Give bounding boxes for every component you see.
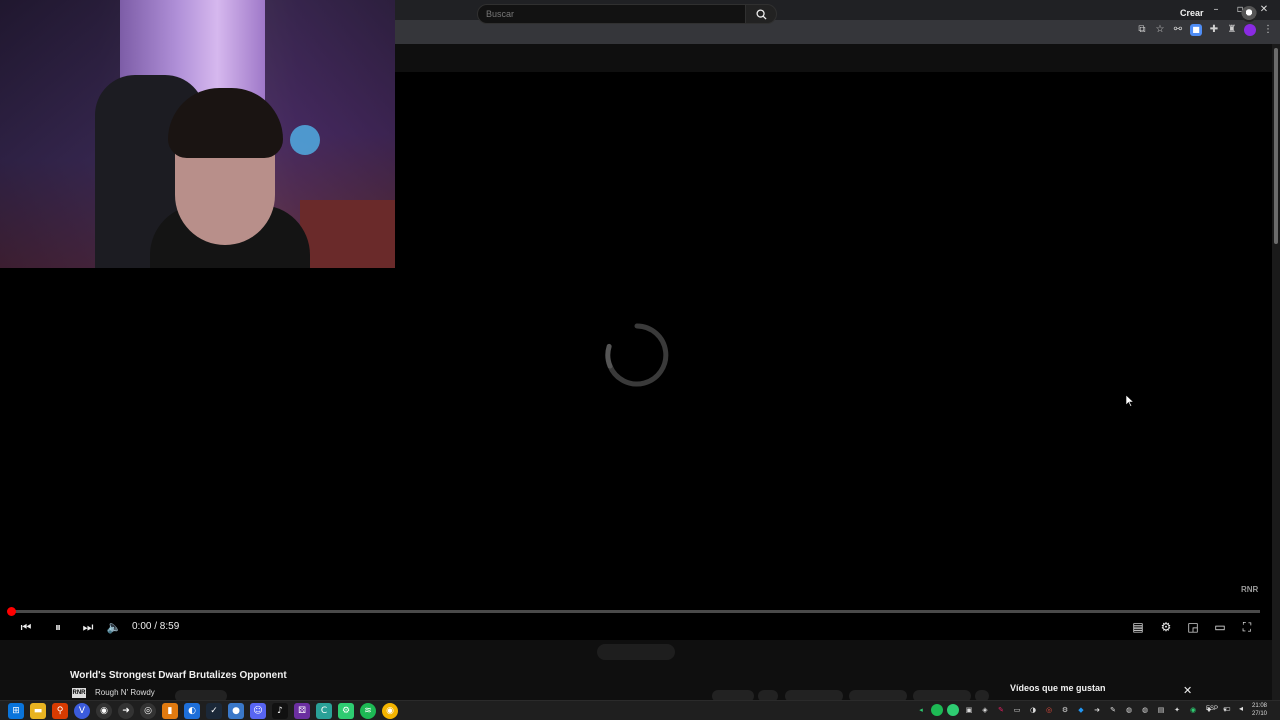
loading-spinner-icon (605, 323, 669, 387)
system-tray: ◂ ▣ ◈ ✎ ▭ ◑ ◎ ⚙ ◆ ➜ ✎ ◍ ◍ ▤ ✦ ◉ ♦ ▾ (915, 704, 1231, 716)
search-input[interactable]: Buscar (477, 4, 746, 24)
tray-spotify-icon[interactable] (931, 704, 943, 716)
tray-app-icon-5[interactable]: ▭ (1011, 704, 1023, 716)
speaker-icon[interactable]: ◂ (1236, 703, 1246, 715)
tray-app-icon-2[interactable]: ▣ (963, 704, 975, 716)
search-icon (756, 9, 767, 20)
next-button[interactable]: ⏭ (80, 619, 96, 635)
user-avatar[interactable] (1241, 6, 1257, 22)
minimize-button[interactable]: – (1204, 2, 1228, 18)
tray-app-icon-10[interactable]: ➜ (1091, 704, 1103, 716)
webcam-floor (300, 200, 395, 268)
vpn-app-icon[interactable]: V (74, 703, 90, 719)
app-icon-4[interactable]: ▮ (162, 703, 178, 719)
tray-app-icon-9[interactable]: ◆ (1075, 704, 1087, 716)
screen: – ▫ ✕ ⧉ ☆ ⚯ ■ ✚ ♜ ⋮ Buscar Crear RNR ⏮ ⏸… (0, 0, 1280, 720)
browser-toolbar-icons: ⧉ ☆ ⚯ ■ ✚ ♜ ⋮ (1136, 24, 1274, 36)
previous-button[interactable]: ⏮ (18, 619, 34, 635)
clock-time: 21:08 (1252, 703, 1268, 709)
browser-app-icon[interactable]: ◐ (184, 703, 200, 719)
bookmark-star-icon[interactable]: ☆ (1154, 24, 1166, 36)
taskbar-clock[interactable]: 21:08 27/10 (1252, 702, 1267, 718)
browser-menu-icon[interactable]: ⋮ (1262, 24, 1274, 36)
playlist-title: Vídeos que me gustan (1010, 683, 1106, 693)
channel-name[interactable]: Rough N' Rowdy (95, 688, 155, 697)
channel-watermark[interactable]: RNR (1241, 585, 1258, 594)
extensions-puzzle-icon[interactable]: ✚ (1208, 24, 1220, 36)
theater-mode-icon[interactable]: ▭ (1212, 619, 1228, 635)
close-icon[interactable]: ✕ (1183, 684, 1192, 697)
video-title: World's Strongest Dwarf Brutalizes Oppon… (70, 670, 287, 681)
extension-link-icon[interactable]: ⚯ (1172, 24, 1184, 36)
tray-app-icon-16[interactable]: ◉ (1187, 704, 1199, 716)
profile-extension-icon[interactable]: ♜ (1226, 24, 1238, 36)
language-indicator[interactable]: ESP (1206, 706, 1218, 712)
taskbar: ⊞ ▬ ⚲ V ◉ ➜ ◎ ▮ ◐ ✓ ● ☺ ♪ ⚄ C ⚙ ≋ ◉ ◂ ▣ … (0, 700, 1280, 720)
mouse-cursor-icon (1126, 395, 1134, 407)
player-controls: ⏮ ⏸ ⏭ 🔈 0:00 / 8:59 ▤ ⚙ ◲ ▭ ⛶ (0, 616, 1272, 636)
tray-app-icon-3[interactable]: ◈ (979, 704, 991, 716)
tiktok-icon[interactable]: ♪ (272, 703, 288, 719)
subtitles-icon[interactable]: ▤ (1130, 619, 1146, 635)
fullscreen-icon[interactable]: ⛶ (1239, 619, 1255, 635)
tray-app-icon-12[interactable]: ◍ (1123, 704, 1135, 716)
tray-app-icon-4[interactable]: ✎ (995, 704, 1007, 716)
webcam-overlay (0, 0, 395, 268)
app-icon-6[interactable]: ⚄ (294, 703, 310, 719)
app-icon-7[interactable]: C (316, 703, 332, 719)
progress-bar[interactable] (12, 610, 1260, 613)
tray-arrow-icon[interactable]: ◂ (915, 704, 927, 716)
autoplay-pill[interactable] (597, 644, 675, 660)
volume-icon[interactable]: 🔈 (106, 619, 122, 635)
spotify-icon[interactable]: ≋ (360, 703, 376, 719)
webcam-lamp (290, 125, 320, 155)
app-icon-1[interactable]: ◉ (96, 703, 112, 719)
tray-app-icon-13[interactable]: ◍ (1139, 704, 1151, 716)
tray-app-icon-15[interactable]: ✦ (1171, 704, 1183, 716)
app-icon-8[interactable]: ⚙ (338, 703, 354, 719)
scrollbar-thumb[interactable] (1274, 48, 1278, 244)
tray-app-icon-6[interactable]: ◑ (1027, 704, 1039, 716)
start-menu-icon[interactable]: ⊞ (8, 703, 24, 719)
settings-gear-icon[interactable]: ⚙ (1158, 619, 1174, 635)
chrome-icon[interactable]: ◉ (382, 703, 398, 719)
tray-app-icon-14[interactable]: ▤ (1155, 704, 1167, 716)
tray-app-icon-7[interactable]: ◎ (1043, 704, 1055, 716)
discord-icon[interactable]: ☺ (250, 703, 266, 719)
time-display: 0:00 / 8:59 (132, 621, 180, 632)
network-icon[interactable]: ▭ (1222, 703, 1232, 715)
app-icon-5[interactable]: ● (228, 703, 244, 719)
create-button[interactable]: Crear (1180, 8, 1204, 18)
search-app-icon[interactable]: ⚲ (52, 703, 68, 719)
app-icon-2[interactable]: ➜ (118, 703, 134, 719)
tray-app-icon-8[interactable]: ⚙ (1059, 704, 1071, 716)
channel-logo[interactable]: RNR (72, 688, 86, 698)
tray-app-icon-11[interactable]: ✎ (1107, 704, 1119, 716)
file-explorer-icon[interactable]: ▬ (30, 703, 46, 719)
app-icon-3[interactable]: ◎ (140, 703, 156, 719)
miniplayer-icon[interactable]: ◲ (1185, 619, 1201, 635)
steam-icon[interactable]: ✓ (206, 703, 222, 719)
extension-shield-icon[interactable]: ■ (1190, 24, 1202, 36)
profile-avatar-icon[interactable] (1244, 24, 1256, 36)
window-controls: – ▫ ✕ (1204, 2, 1276, 18)
install-app-icon[interactable]: ⧉ (1136, 24, 1148, 36)
tray-app-icon-1[interactable] (947, 704, 959, 716)
clock-date: 27/10 (1252, 711, 1268, 717)
progress-scrubber[interactable] (7, 607, 16, 616)
search-button[interactable] (745, 4, 777, 24)
taskbar-apps: ⊞ ▬ ⚲ V ◉ ➜ ◎ ▮ ◐ ✓ ● ☺ ♪ ⚄ C ⚙ ≋ ◉ (8, 703, 398, 719)
pause-button[interactable]: ⏸ (50, 619, 66, 635)
